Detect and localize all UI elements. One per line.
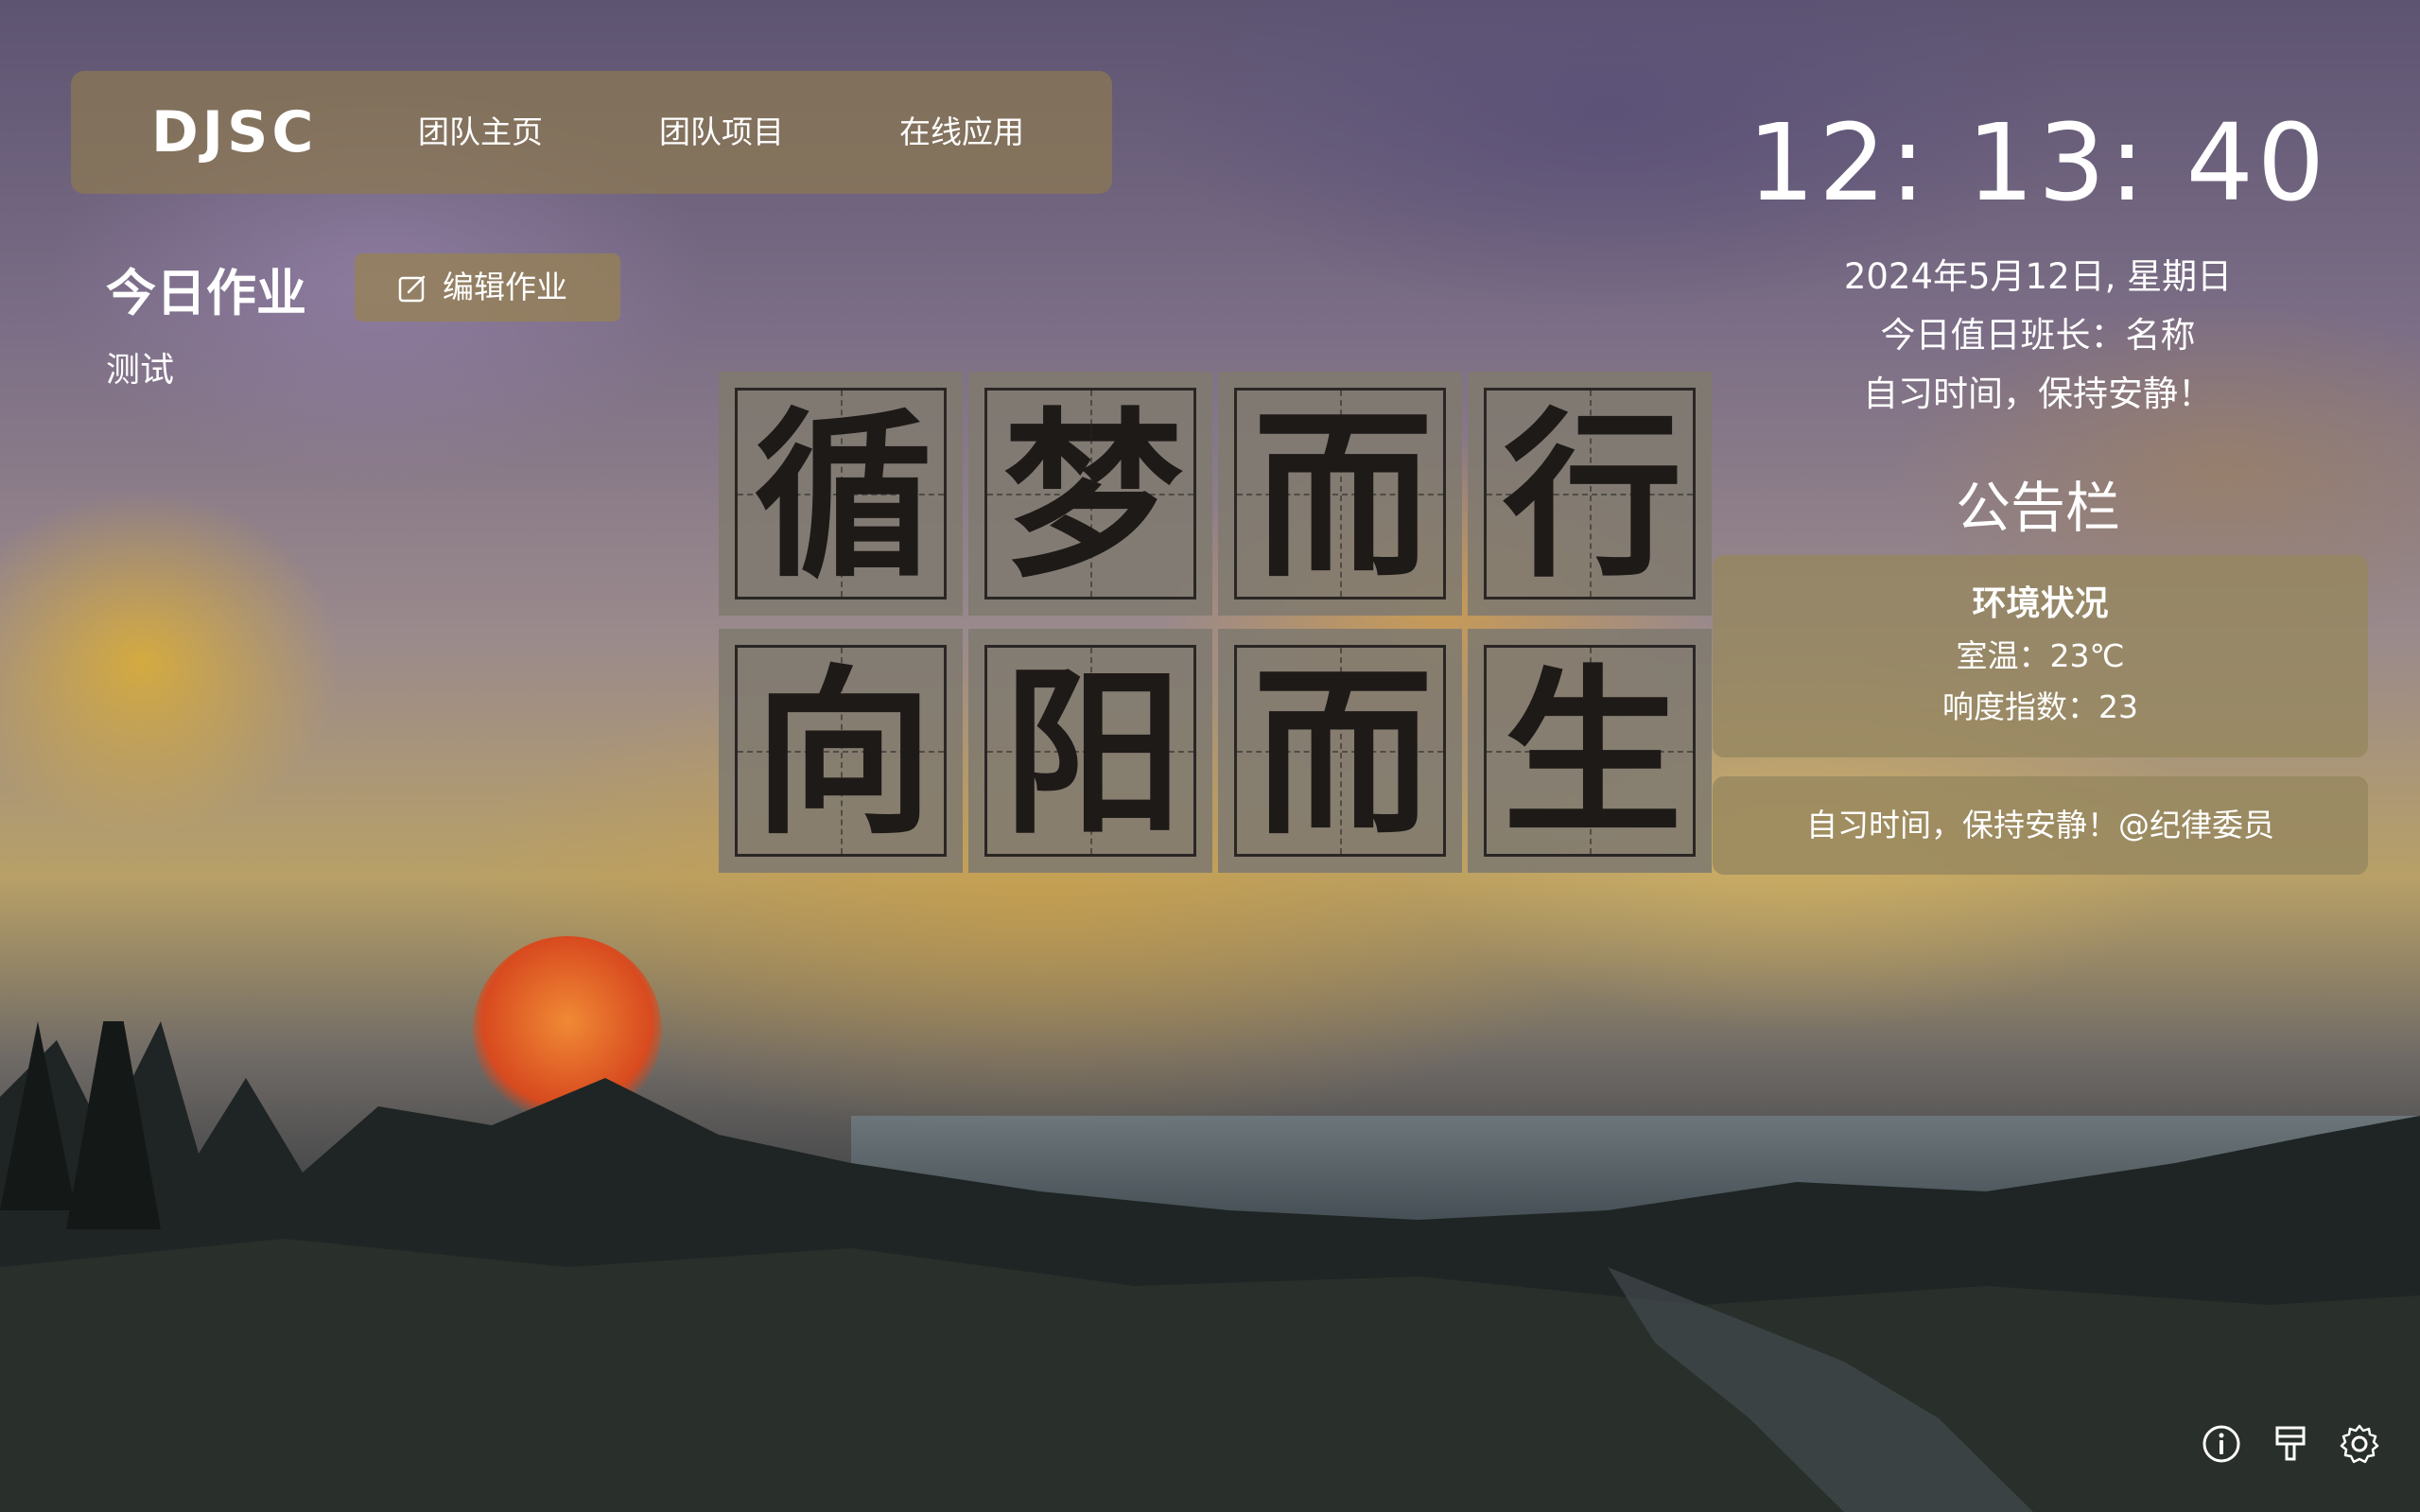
- environment-card: 环境状况 室温：23℃ 响度指数：23: [1713, 555, 2368, 757]
- motto-character: 而: [1252, 648, 1433, 859]
- top-navigation-bar: DJSC 团队主页 团队项目 在线应用: [71, 71, 1112, 194]
- motto-character: 行: [1502, 391, 1682, 601]
- brand-logo[interactable]: DJSC: [151, 71, 317, 194]
- homework-title: 今日作业: [106, 265, 306, 322]
- bulletin-board-title: 公告栏: [1955, 476, 2120, 540]
- motto-character: 梦: [1002, 391, 1183, 601]
- homework-content: 测试: [106, 351, 175, 390]
- motto-character: 阳: [1002, 648, 1183, 859]
- date-display: 2024年5月12日, 星期日: [1843, 256, 2233, 297]
- nav-link-team-projects[interactable]: 团队项目: [659, 71, 784, 194]
- motto-cell: 阳: [968, 629, 1212, 873]
- brush-icon[interactable]: [2270, 1423, 2311, 1465]
- info-icon[interactable]: [2201, 1423, 2242, 1465]
- motto-cell: 生: [1468, 629, 1712, 873]
- digital-clock: 12: 13: 40: [1747, 102, 2329, 225]
- noise-index-value: 响度指数：23: [1942, 688, 2138, 725]
- motto-cell: 向: [719, 629, 963, 873]
- nav-link-team-home[interactable]: 团队主页: [418, 71, 543, 194]
- motto-cell: 循: [719, 372, 963, 616]
- nav-link-online-apps[interactable]: 在线应用: [899, 71, 1024, 194]
- environment-title: 环境状况: [1972, 584, 2109, 623]
- class-status: 自习时间，保持安静！: [1863, 374, 2213, 414]
- notice-card: 自习时间，保持安静！@纪律委员: [1713, 776, 2368, 875]
- wallpaper-background: DJSC 团队主页 团队项目 在线应用 今日作业 编辑作业 测试 循 梦 而 行: [0, 0, 2420, 1512]
- motto-cell: 行: [1468, 372, 1712, 616]
- motto-cell: 而: [1218, 629, 1462, 873]
- calligraphy-motto-grid: 循 梦 而 行 向 阳 而 生: [719, 372, 1712, 873]
- temperature-value: 室温：23℃: [1956, 637, 2125, 674]
- motto-character: 而: [1252, 391, 1433, 601]
- edit-icon: [398, 275, 426, 303]
- duty-monitor: 今日值日班长：名称: [1880, 315, 2196, 356]
- settings-icon[interactable]: [2339, 1423, 2380, 1465]
- motto-character: 向: [753, 648, 933, 859]
- motto-cell: 梦: [968, 372, 1212, 616]
- edit-homework-button[interactable]: 编辑作业: [355, 253, 620, 322]
- motto-character: 生: [1502, 648, 1682, 859]
- landscape-silhouette: [0, 1021, 2420, 1512]
- motto-cell: 而: [1218, 372, 1462, 616]
- edit-homework-label: 编辑作业: [443, 269, 567, 305]
- motto-character: 循: [753, 391, 933, 601]
